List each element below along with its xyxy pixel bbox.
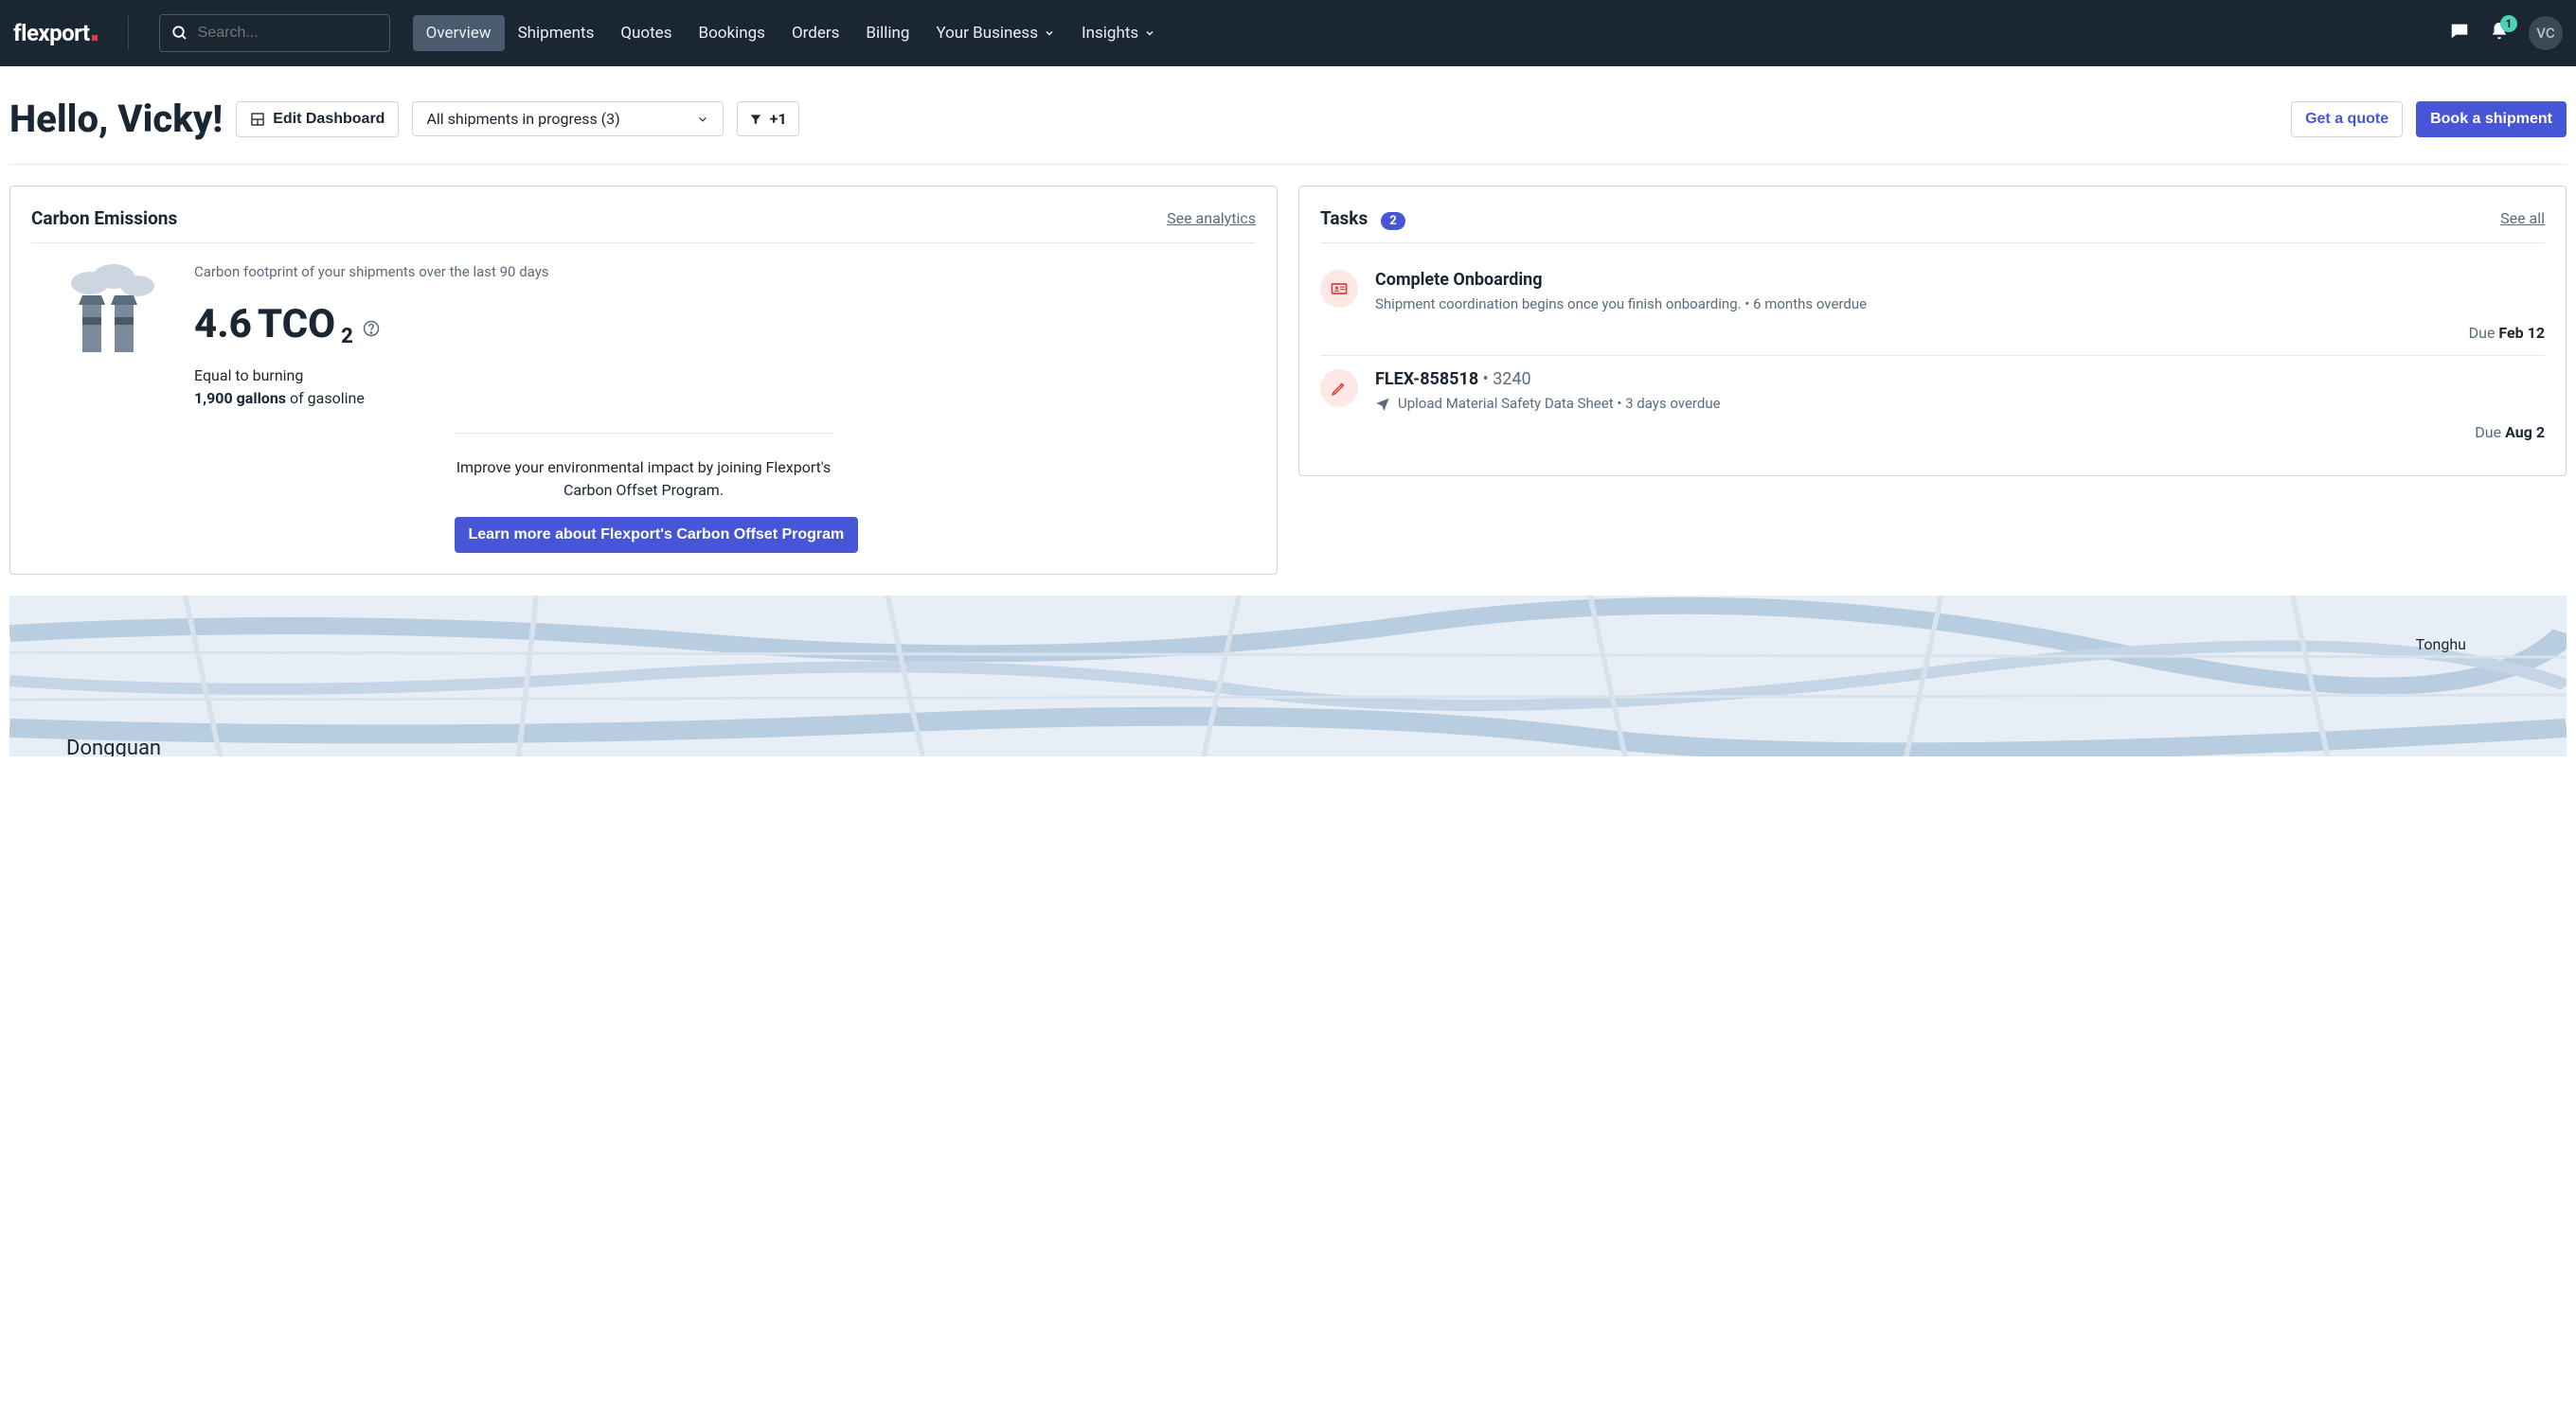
equiv-pre: Equal to burning <box>194 366 303 384</box>
task-due-date: Aug 2 <box>2505 423 2545 441</box>
task-item[interactable]: FLEX-858518 • 3240 Upload Material Safet… <box>1320 356 2545 454</box>
tasks-count-pill: 2 <box>1381 212 1404 230</box>
chevron-down-icon <box>1144 27 1155 39</box>
task-body: Complete Onboarding Shipment coordinatio… <box>1375 270 2545 342</box>
task-due-label: Due <box>2475 423 2505 441</box>
task-sub: Shipment coordination begins once you fi… <box>1375 295 2545 312</box>
filter-icon <box>749 113 762 126</box>
learn-more-button[interactable]: Learn more about Flexport's Carbon Offse… <box>455 517 859 553</box>
see-all-link[interactable]: See all <box>2500 209 2545 227</box>
map-label-dongguan: Dongguan <box>66 737 161 756</box>
topbar: flexport Overview Shipments Quotes Booki… <box>0 0 2576 66</box>
task-body: FLEX-858518 • 3240 Upload Material Safet… <box>1375 369 2545 441</box>
carbon-footer: Improve your environmental impact by joi… <box>455 433 833 553</box>
chevron-down-icon <box>1044 27 1055 39</box>
nav-insights-label: Insights <box>1082 24 1138 43</box>
nav-bookings[interactable]: Bookings <box>685 15 778 51</box>
task-due: Due Feb 12 <box>1375 324 2545 342</box>
book-shipment-button[interactable]: Book a shipment <box>2416 101 2567 137</box>
notifications-button[interactable]: 1 <box>2489 21 2510 45</box>
carbon-desc: Carbon footprint of your shipments over … <box>194 262 549 282</box>
nav-overview[interactable]: Overview <box>413 15 505 51</box>
main: Hello, Vicky! Edit Dashboard All shipmen… <box>0 66 2576 756</box>
header-row: Hello, Vicky! Edit Dashboard All shipmen… <box>9 66 2567 165</box>
task-title: FLEX-858518 • 3240 <box>1375 369 2545 389</box>
carbon-card: Carbon Emissions See analytics Carbon fo… <box>9 186 1278 575</box>
task-title-sep: • <box>1478 369 1493 389</box>
equiv-post: of gasoline <box>286 389 365 407</box>
task-due-label: Due <box>2469 324 2499 342</box>
task-sub-text: Upload Material Safety Data Sheet • 3 da… <box>1398 395 1721 412</box>
task-item[interactable]: Complete Onboarding Shipment coordinatio… <box>1320 257 2545 356</box>
search-input[interactable] <box>198 25 378 42</box>
edit-dashboard-label: Edit Dashboard <box>273 111 385 128</box>
carbon-value: 4.6 TCO 2 <box>194 301 549 347</box>
nav-shipments[interactable]: Shipments <box>505 15 608 51</box>
carbon-text: Carbon footprint of your shipments over … <box>194 262 549 410</box>
nav: Overview Shipments Quotes Bookings Order… <box>413 15 1170 51</box>
notifications-badge: 1 <box>2500 15 2517 32</box>
plane-icon <box>1375 396 1390 411</box>
avatar[interactable]: VC <box>2529 16 2563 50</box>
carbon-unit: TCO <box>258 301 335 347</box>
nav-insights[interactable]: Insights <box>1068 15 1169 51</box>
chat-icon <box>2449 21 2470 42</box>
id-card-icon <box>1320 270 1358 308</box>
divider <box>128 16 129 50</box>
nav-billing[interactable]: Billing <box>852 15 922 51</box>
nav-your-business[interactable]: Your Business <box>922 15 1068 51</box>
task-due-date: Feb 12 <box>2498 324 2545 342</box>
pencil-icon <box>1320 369 1358 407</box>
carbon-footer-msg: Improve your environmental impact by joi… <box>455 456 833 502</box>
tasks-card-title: Tasks <box>1320 207 1368 229</box>
task-title: Complete Onboarding <box>1375 270 2545 290</box>
tasks-card: Tasks 2 See all Complete Onboarding Ship… <box>1298 186 2567 476</box>
search-box[interactable] <box>159 14 390 52</box>
cards-row: Carbon Emissions See analytics Carbon fo… <box>9 165 2567 595</box>
carbon-number: 4.6 <box>194 301 252 347</box>
messages-button[interactable] <box>2449 21 2470 45</box>
chevron-down-icon <box>696 113 709 126</box>
nav-quotes[interactable]: Quotes <box>607 15 685 51</box>
map-label-tonghu: Tonghu <box>2416 635 2466 653</box>
nav-your-business-label: Your Business <box>936 24 1038 43</box>
topbar-right: 1 VC <box>2449 16 2563 50</box>
carbon-body: Carbon footprint of your shipments over … <box>31 257 1256 410</box>
help-icon[interactable] <box>363 320 380 342</box>
carbon-card-head: Carbon Emissions See analytics <box>31 207 1256 243</box>
map-panel[interactable]: Tonghu Dongguan <box>9 595 2567 756</box>
search-icon <box>171 25 188 42</box>
factory-icon <box>62 262 166 361</box>
edit-dashboard-button[interactable]: Edit Dashboard <box>236 101 399 137</box>
task-title-main: FLEX-858518 <box>1375 369 1478 389</box>
equiv-bold: 1,900 gallons <box>194 389 286 407</box>
get-quote-button[interactable]: Get a quote <box>2291 101 2403 137</box>
extra-filter-label: +1 <box>770 110 787 128</box>
shipments-filter-select[interactable]: All shipments in progress (3) <box>412 101 723 136</box>
shipments-filter-label: All shipments in progress (3) <box>426 110 619 128</box>
task-due: Due Aug 2 <box>1375 423 2545 441</box>
carbon-equiv: Equal to burning 1,900 gallons of gasoli… <box>194 364 549 410</box>
brand-logo[interactable]: flexport <box>13 20 98 46</box>
extra-filter-chip[interactable]: +1 <box>737 101 799 136</box>
task-title-extra: 3240 <box>1493 369 1530 389</box>
page-greeting: Hello, Vicky! <box>9 97 223 141</box>
tasks-title-wrap: Tasks 2 <box>1320 207 1405 229</box>
see-analytics-link[interactable]: See analytics <box>1167 209 1256 227</box>
carbon-sub: 2 <box>341 325 353 348</box>
layout-icon <box>250 112 265 127</box>
tasks-card-head: Tasks 2 See all <box>1320 207 2545 243</box>
task-sub: Upload Material Safety Data Sheet • 3 da… <box>1375 395 2545 412</box>
carbon-card-title: Carbon Emissions <box>31 207 177 229</box>
nav-orders[interactable]: Orders <box>778 15 852 51</box>
